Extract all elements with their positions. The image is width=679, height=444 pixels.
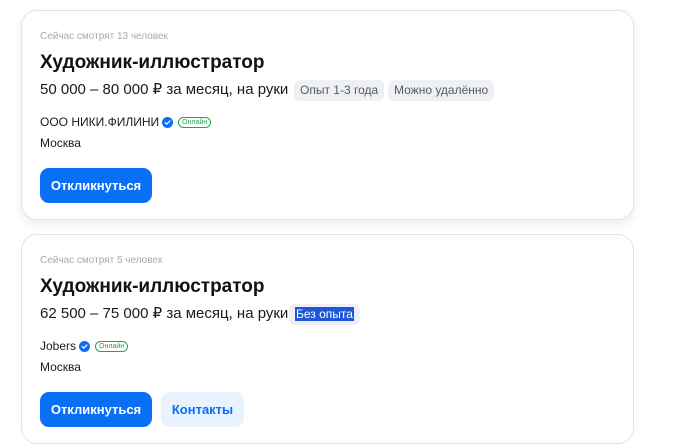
company-row: ООО НИКИ.ФИЛИНИ Онлайн (40, 114, 212, 130)
vacancy-title[interactable]: Художник-иллюстратор (40, 275, 265, 299)
viewers-count: Сейчас смотрят 13 человек (40, 31, 168, 42)
respond-button[interactable]: Откликнуться (40, 168, 152, 203)
vacancy-card[interactable]: Сейчас смотрят 13 человек Художник-иллюс… (21, 10, 634, 220)
experience-tag: Опыт 1-3 года (294, 80, 385, 101)
contacts-button[interactable]: Контакты (161, 392, 244, 427)
verified-icon (79, 340, 91, 352)
company-name[interactable]: Jobers (40, 338, 76, 354)
salary: 50 000 – 80 000 ₽ за месяц, на руки (40, 81, 289, 98)
online-badge: Онлайн (178, 116, 212, 128)
experience-tag: Без опыта (289, 304, 360, 325)
company-name[interactable]: ООО НИКИ.ФИЛИНИ (40, 114, 159, 130)
vacancy-card[interactable]: Сейчас смотрят 5 человек Художник-иллюст… (21, 234, 634, 444)
salary: 62 500 – 75 000 ₽ за месяц, на руки (40, 305, 289, 322)
company-row: Jobers Онлайн (40, 338, 129, 354)
verified-icon (162, 116, 174, 128)
vacancy-title[interactable]: Художник-иллюстратор (40, 51, 265, 75)
remote-tag: Можно удалённо (388, 80, 495, 101)
respond-button[interactable]: Откликнуться (40, 392, 152, 427)
online-badge: Онлайн (95, 340, 129, 352)
viewers-count: Сейчас смотрят 5 человек (40, 255, 163, 266)
city: Москва (40, 136, 81, 150)
experience-tag-text: Без опыта (295, 307, 354, 321)
city: Москва (40, 360, 81, 374)
